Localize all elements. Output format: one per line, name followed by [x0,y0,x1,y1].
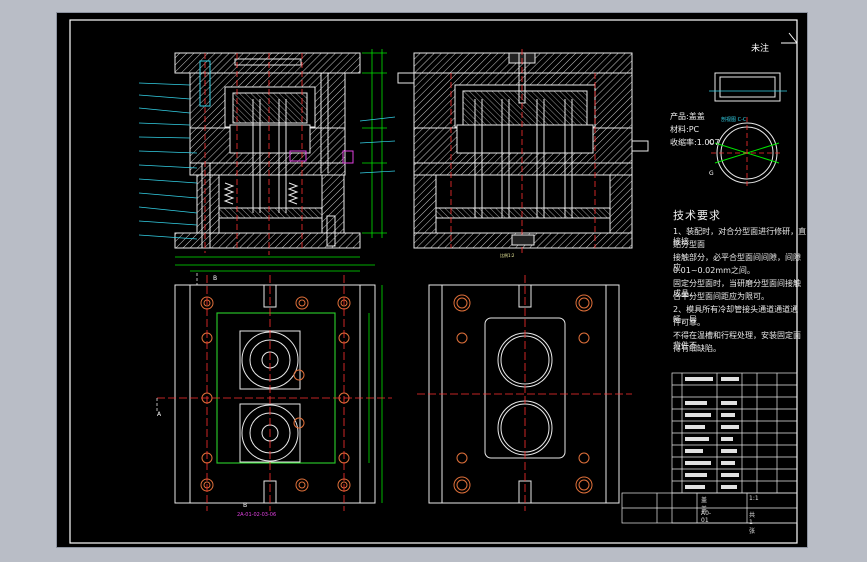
material-label: 材料: [670,125,689,134]
cad-viewport[interactable]: 未注 剖视图 C-C 产品:盖盖 材料:PC 收缩率:1.007 C G 技术要… [56,12,808,548]
pink-dimension-label: 2A-01-02-03-06 [237,512,277,518]
part-view [709,32,798,189]
title-block-scale: 1:1 [749,495,759,502]
side-section-view [397,49,649,255]
tech-requirement-line: 件可靠。 [673,318,705,327]
title-block-number: A0-01 [701,510,712,524]
section-mark-b-top: B [213,275,218,282]
section-mark-a: A [157,411,162,418]
plan-view-left [156,264,392,511]
view-mark-c: C [709,139,714,146]
tech-requirements-title: 技术要求 [673,209,721,222]
front-section-view [138,49,396,258]
parts-list [621,372,798,524]
tech-requirement-line: 得有细缺陷。 [673,344,721,353]
product-name: 盖盖 [688,112,705,121]
tech-requirement-line: 合平分型面间距应为限可。 [673,292,769,301]
surface-finish-note: 未注 [751,44,770,54]
section-mark-b-bottom: B [243,502,248,509]
shrink-label: 收缩率: [670,138,697,147]
product-name-label: 产品: [670,112,689,121]
plan-view-right [417,275,632,511]
title-block-sheet: 共1张 [749,512,756,535]
tech-requirement-line: 0.01~0.02mm之间。 [673,266,755,275]
section-label: 剖视图 C-C [721,117,747,123]
view-mark-g: G [709,170,714,177]
scale-note: 比例1:2 [500,253,515,258]
tech-requirement-line: 贴分型面 [673,240,705,249]
material-value: PC [688,125,700,134]
